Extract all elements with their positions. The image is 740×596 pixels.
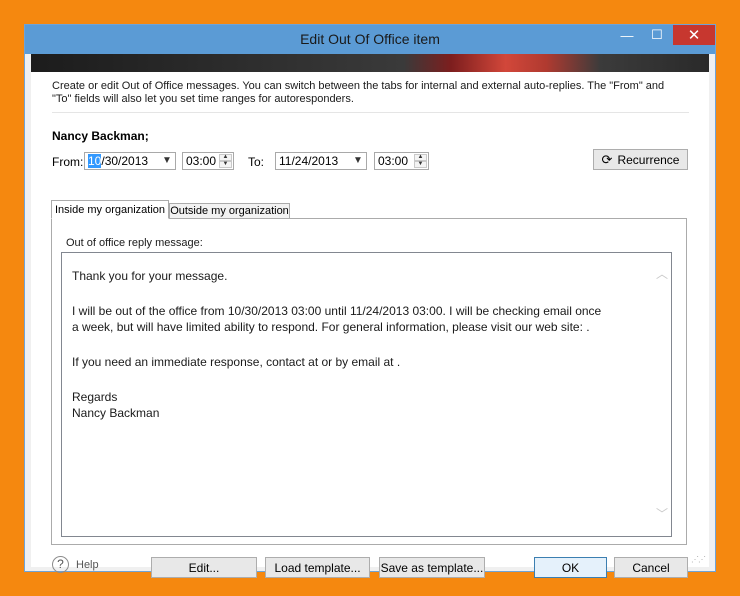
chevron-down-icon[interactable]: ▼ (350, 153, 366, 169)
reply-message-textarea[interactable]: Thank you for your message. I will be ou… (61, 252, 672, 537)
maximize-button[interactable]: ☐ (642, 25, 672, 45)
out-of-office-dialog: Edit Out Of Office item — ☐ ✕ Create or … (24, 24, 716, 578)
refresh-icon: ⟳ (601, 151, 613, 167)
spin-down-icon[interactable]: ▼ (414, 161, 427, 168)
edit-button[interactable]: Edit... (151, 557, 257, 578)
from-date-selected-part: 10 (88, 154, 102, 168)
spin-down-icon[interactable]: ▼ (219, 161, 232, 168)
recurrence-button[interactable]: ⟳ Recurrence (593, 149, 688, 170)
to-label: To: (248, 155, 265, 169)
load-template-button[interactable]: Load template... (265, 557, 370, 578)
to-date-value: 11/24/2013 (279, 154, 339, 168)
tab-panel: Out of office reply message: Thank you f… (51, 218, 687, 545)
minimize-button[interactable]: — (612, 25, 642, 45)
spin-up-icon[interactable]: ▲ (219, 154, 232, 161)
to-time-spinner[interactable]: 03:00 ▲ ▼ (374, 152, 429, 170)
from-time-value: 03:00 (186, 154, 217, 168)
from-time-spinner[interactable]: 03:00 ▲ ▼ (182, 152, 234, 170)
cancel-button[interactable]: Cancel (614, 557, 688, 578)
from-date-picker[interactable]: 10/30/2013 ▼ (84, 152, 176, 170)
tab-label: Inside my organization (54, 203, 166, 216)
help-link[interactable]: Help (76, 559, 99, 571)
close-button[interactable]: ✕ (673, 25, 715, 45)
scroll-up-icon[interactable]: ︿ (656, 265, 668, 282)
header-banner-image (31, 54, 709, 72)
scroll-down-icon[interactable]: ﹀ (656, 505, 668, 522)
separator (52, 112, 689, 113)
from-date-rest: /30/2013 (101, 154, 149, 168)
message-line: I will be out of the office from 10/30/2… (72, 304, 602, 318)
save-as-template-button[interactable]: Save as template... (379, 557, 485, 578)
message-label: Out of office reply message: (66, 237, 203, 249)
message-line: Thank you for your message. (72, 269, 228, 283)
help-icon[interactable]: ? (52, 556, 69, 573)
message-line: a week, but will have limited ability to… (72, 320, 590, 334)
chevron-down-icon[interactable]: ▼ (159, 153, 175, 169)
tab-label: Outside my organization (170, 205, 289, 217)
tab-inside-organization[interactable]: Inside my organization (51, 200, 169, 219)
message-line: Nancy Backman (72, 406, 160, 420)
message-line: Regards (72, 390, 118, 404)
recipient-name: Nancy Backman; (52, 129, 149, 143)
recurrence-label: Recurrence (617, 152, 680, 167)
tab-outside-organization[interactable]: Outside my organization (169, 203, 290, 219)
message-line: If you need an immediate response, conta… (72, 355, 401, 369)
spin-up-icon[interactable]: ▲ (414, 154, 427, 161)
dialog-content: Create or edit Out of Office messages. Y… (31, 72, 709, 578)
resize-grip-icon[interactable]: ⋰⋰ (691, 555, 706, 564)
ok-button[interactable]: OK (534, 557, 607, 578)
description-text: Create or edit Out of Office messages. Y… (52, 80, 665, 105)
to-date-picker[interactable]: 11/24/2013 ▼ (275, 152, 367, 170)
to-time-value: 03:00 (378, 154, 409, 168)
from-label: From: (52, 155, 84, 169)
title-bar[interactable]: Edit Out Of Office item — ☐ ✕ (25, 25, 715, 54)
